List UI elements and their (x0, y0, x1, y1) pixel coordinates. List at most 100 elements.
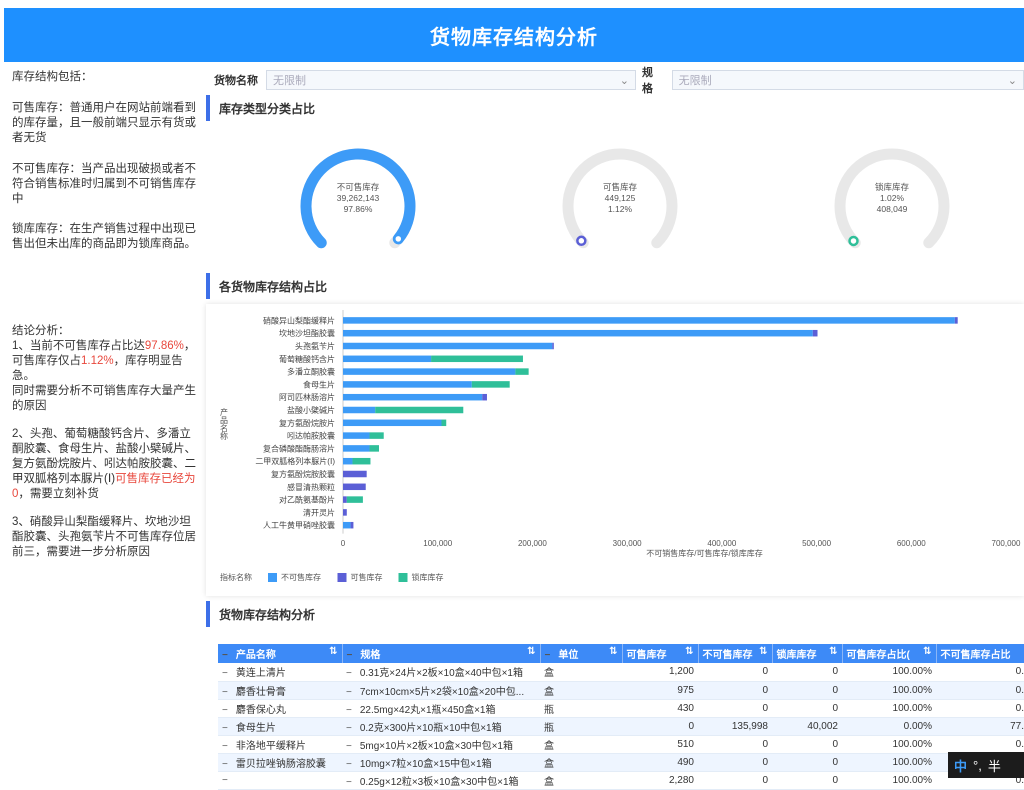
column-header-label: 可售库存占比( (846, 650, 910, 661)
sort-icon[interactable]: ⇅ (329, 646, 337, 661)
bar-可售库存 (350, 521, 354, 529)
sort-icon[interactable]: ⇅ (923, 646, 931, 661)
table-cell: 77.27% (936, 717, 1024, 736)
table-row[interactable]: − 黄连上清片 −0.31克×24片×2板×10盒×40中包×1箱盒 1,200 0 0 1… (218, 663, 1024, 682)
product-select[interactable]: 无限制 ⌄ (266, 70, 636, 90)
collapse-icon[interactable]: − (346, 777, 352, 788)
bar-不可售库存 (343, 406, 376, 414)
table-row[interactable]: − 食母生片 −0.2克×300片×10瓶×10中包×1箱瓶 0 135,998 40,0… (218, 717, 1024, 736)
collapse-icon[interactable]: − (346, 759, 352, 770)
column-header-label: 不可售库存占比 (940, 650, 1011, 661)
column-header[interactable]: − 规格 ⇅ (342, 644, 541, 663)
x-tick-label: 400,000 (707, 539, 736, 548)
column-header[interactable]: − 产品名称 ⇅ (218, 644, 343, 663)
sort-icon[interactable]: ⇅ (759, 646, 767, 661)
legend-title: 指标名称 (220, 572, 252, 582)
product-filter-label: 货物名称 (214, 75, 258, 87)
category-label: 感冒清热颗粒 (287, 482, 335, 492)
table-cell: 0 (698, 753, 772, 772)
y-axis-title: 产品名称 (220, 407, 229, 441)
table-cell: 100.00% (842, 681, 936, 700)
column-header[interactable]: 不可售库存占比⇅ (936, 644, 1024, 663)
category-label: 复合磷酸酯酶肠溶片 (263, 443, 335, 453)
table-row[interactable]: − 麝香壮骨膏 −7cm×10cm×5片×2袋×10盒×20中包... 盒 975 0 0 1… (218, 681, 1024, 700)
column-header[interactable]: − 单位 ⇅ (540, 644, 623, 663)
bar-可售库存 (343, 496, 347, 503)
gauge-pct: 97.86% (343, 204, 373, 214)
category-label: 吲达帕胺胶囊 (287, 431, 335, 441)
analysis-point-1: 1、当前不可售库存占比达97.86%，可售库存仅占1.12%，库存明显告急。 (12, 340, 196, 382)
x-tick-label: 300,000 (613, 539, 642, 548)
table-cell: 0.00% (936, 681, 1024, 700)
category-label: 二甲双胍格列本脲片(Ⅰ) (255, 456, 335, 466)
bar-不可售库存 (343, 445, 370, 452)
ime-punct-button[interactable]: °, (973, 758, 982, 773)
category-label: 阿司匹林肠溶片 (279, 392, 335, 402)
bar-锁库库存 (441, 419, 447, 427)
sort-icon[interactable]: ⇅ (685, 646, 693, 661)
sort-icon[interactable]: ⇅ (609, 646, 617, 661)
table-cell: −0.25g×12粒×3板×10盒×30中包×1箱 (342, 771, 540, 790)
category-label: 葡萄糖酸钙含片 (279, 354, 335, 364)
table-cell: 瓶 (540, 717, 622, 736)
gauge-indicator (393, 233, 404, 245)
column-header[interactable]: 可售库存 ⇅ (622, 644, 699, 663)
column-header[interactable]: 锁库库存 ⇅ (772, 644, 843, 663)
column-header[interactable]: 可售库存占比( ⇅ (842, 644, 937, 663)
collapse-icon[interactable]: − (346, 705, 352, 716)
gauge-value: 408,049 (876, 204, 908, 214)
collapse-icon[interactable]: − (222, 775, 228, 786)
collapse-icon[interactable]: − (346, 741, 352, 752)
table-cell: 490 (622, 753, 698, 772)
ime-halfwidth-button[interactable]: 半 (988, 756, 1001, 775)
collapse-icon[interactable]: − (222, 687, 228, 698)
table-row[interactable]: − 雷贝拉唑钠肠溶胶囊 −10mg×7粒×10盒×15中包×1箱盒 490 0 0 100.… (218, 753, 1024, 772)
category-label: 硝酸异山梨酯缓释片 (263, 315, 335, 325)
table-cell: 盒 (540, 753, 622, 772)
table-cell: 0 (698, 663, 772, 682)
collapse-icon[interactable]: − (346, 687, 352, 698)
table-row[interactable]: − 非洛地平缓释片 −5mg×10片×2板×10盒×30中包×1箱盒 510 0 0 100… (218, 735, 1024, 754)
table-cell: 100.00% (842, 735, 936, 754)
sort-icon[interactable]: ⇅ (829, 646, 837, 661)
sort-icon[interactable]: ⇅ (527, 646, 535, 661)
table-cell: − (218, 771, 342, 790)
category-label: 清开灵片 (303, 507, 335, 517)
collapse-icon[interactable]: − (346, 723, 352, 734)
stock-table: − 产品名称 ⇅ − 规格 ⇅ − 单位 ⇅ 可售库存 ⇅ 不可售库存 ⇅ 锁库库存 ⇅ 可售库存占比( ⇅ 不可… (218, 644, 1024, 790)
collapse-icon[interactable]: − (346, 668, 352, 679)
bar-可售库存 (552, 342, 554, 350)
bar-锁库库存 (346, 496, 363, 503)
column-header[interactable]: 不可售库存 ⇅ (698, 644, 773, 663)
category-label: 对乙酰氨基酚片 (279, 495, 335, 505)
ime-toolbar[interactable]: 中 °, 半 (948, 752, 1024, 778)
spec-select[interactable]: 无限制 ⌄ (671, 70, 1024, 90)
collapse-icon[interactable]: − (347, 650, 353, 661)
sellable-pct-highlight: 1.12% (81, 355, 114, 367)
definition-locked: 锁库库存：在生产销售过程中出现已售出但未出库的商品即为锁库商品。 (12, 223, 196, 250)
collapse-icon[interactable]: − (222, 668, 228, 679)
definition-unsellable: 不可售库存：当产品出现破损或者不符合销售标准时归属到不可销售库存中 (12, 163, 196, 205)
table-cell: 0.00% (842, 717, 936, 736)
bar-不可售库存 (343, 355, 432, 363)
table-row[interactable]: − 麝香保心丸 −22.5mg×42丸×1瓶×450盒×1箱瓶 430 0 0 100.00… (218, 699, 1024, 718)
table-cell: −7cm×10cm×5片×2袋×10盒×20中包... (342, 681, 540, 700)
table-cell: − 雷贝拉唑钠肠溶胶囊 (218, 753, 342, 772)
dashboard-main: 货物名称 无限制 ⌄ 规格 无限制 ⌄ 库存类型分类占比 不可售库存 39,26… (206, 66, 1024, 790)
table-cell: 0 (772, 681, 842, 700)
collapse-icon[interactable]: − (222, 723, 228, 734)
spec-select-value: 无限制 (678, 75, 712, 87)
bar-不可售库存 (343, 317, 955, 324)
table-cell: 40,002 (772, 717, 842, 736)
table-cell: 100.00% (842, 771, 936, 790)
table-cell: 瓶 (540, 699, 622, 718)
ime-language-button[interactable]: 中 (954, 756, 967, 775)
collapse-icon[interactable]: − (222, 759, 228, 770)
collapse-icon[interactable]: − (222, 650, 228, 661)
collapse-icon[interactable]: − (545, 650, 551, 661)
table-row[interactable]: − −0.25g×12粒×3板×10盒×30中包×1箱盒 2,280 0 0 100.00… (218, 771, 1024, 790)
collapse-icon[interactable]: − (222, 741, 228, 752)
category-label: 复方氨酚烷胺胶囊 (271, 469, 335, 479)
gauge-indicator (848, 235, 859, 247)
collapse-icon[interactable]: − (222, 705, 228, 716)
